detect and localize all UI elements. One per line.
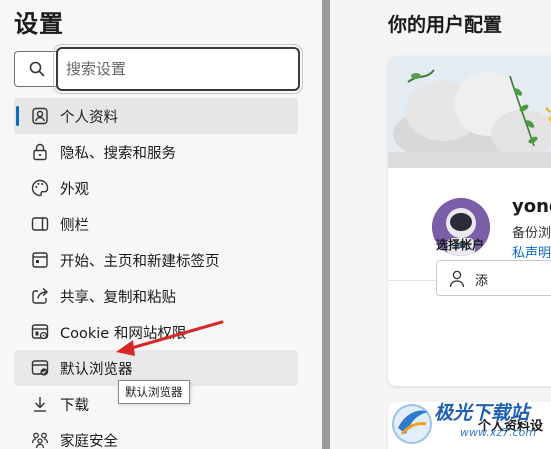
profile-banner-image	[388, 56, 551, 168]
profile-card: yong 备份浏 私声明	[388, 56, 551, 386]
page-title: 你的用户配置	[388, 14, 503, 36]
selected-indicator	[16, 106, 19, 126]
sidebar-item-label: 个人资料	[60, 110, 118, 126]
palette-icon	[30, 178, 50, 198]
sidebar-item-label: 默认浏览器	[60, 362, 133, 378]
download-icon	[30, 394, 50, 414]
sidebar-item-label: 下载	[60, 398, 89, 414]
profile-icon	[30, 106, 50, 126]
settings-sidebar: 设置 个人资料 隐私、搜索和服务	[0, 0, 320, 449]
site-watermark: 极光下载站 www.xz7.com	[388, 396, 551, 449]
choose-account-label: 选择帐户	[436, 238, 485, 252]
profile-backup-text: 备份浏	[512, 226, 551, 241]
sidebar-item-label: 共享、复制和粘贴	[60, 290, 176, 306]
lock-icon	[30, 142, 50, 162]
add-account-button[interactable]: 添	[436, 260, 551, 296]
home-page-icon	[30, 250, 50, 270]
sidebar-item-label: Cookie 和网站权限	[60, 326, 187, 342]
sidebar-item-appearance[interactable]: 外观	[14, 170, 298, 206]
main-content: 你的用户配置 yon 备份浏 私声明 选择帐户 添 个人资料设	[330, 0, 551, 449]
sidebar-item-sidebar[interactable]: 侧栏	[14, 206, 298, 242]
sidebar-item-cookies-permissions[interactable]: Cookie 和网站权限	[14, 314, 298, 350]
sidebar-item-family-safety[interactable]: 家庭安全	[14, 422, 298, 449]
settings-title: 设置	[14, 10, 64, 38]
watermark-logo-icon	[392, 404, 432, 444]
sidebar-item-label: 开始、主页和新建标签页	[60, 254, 220, 270]
sidebar-item-start-home[interactable]: 开始、主页和新建标签页	[14, 242, 298, 278]
site-permissions-icon	[30, 322, 50, 342]
watermark-url: www.xz7.com	[460, 426, 537, 439]
privacy-statement-link[interactable]: 私声明	[512, 242, 551, 261]
family-icon	[30, 430, 50, 449]
sidebar-item-profile[interactable]: 个人资料	[14, 98, 298, 134]
add-account-label: 添	[475, 274, 489, 289]
sidebar-icon	[30, 214, 50, 234]
watermark-text: 极光下载站	[434, 402, 530, 424]
user-icon	[449, 270, 465, 288]
profile-name: yong	[512, 196, 551, 217]
default-browser-icon	[30, 358, 50, 378]
search-icon	[14, 51, 58, 87]
sidebar-item-label: 侧栏	[60, 218, 89, 234]
sidebar-item-privacy[interactable]: 隐私、搜索和服务	[14, 134, 298, 170]
search-box	[14, 44, 303, 94]
default-browser-tooltip: 默认浏览器	[118, 380, 190, 404]
share-icon	[30, 286, 50, 306]
sidebar-item-label: 隐私、搜索和服务	[60, 146, 176, 162]
search-input[interactable]	[53, 44, 303, 94]
pane-divider[interactable]	[322, 0, 330, 449]
sidebar-item-label: 家庭安全	[60, 434, 118, 449]
sidebar-item-share[interactable]: 共享、复制和粘贴	[14, 278, 298, 314]
sidebar-item-label: 外观	[60, 182, 89, 198]
